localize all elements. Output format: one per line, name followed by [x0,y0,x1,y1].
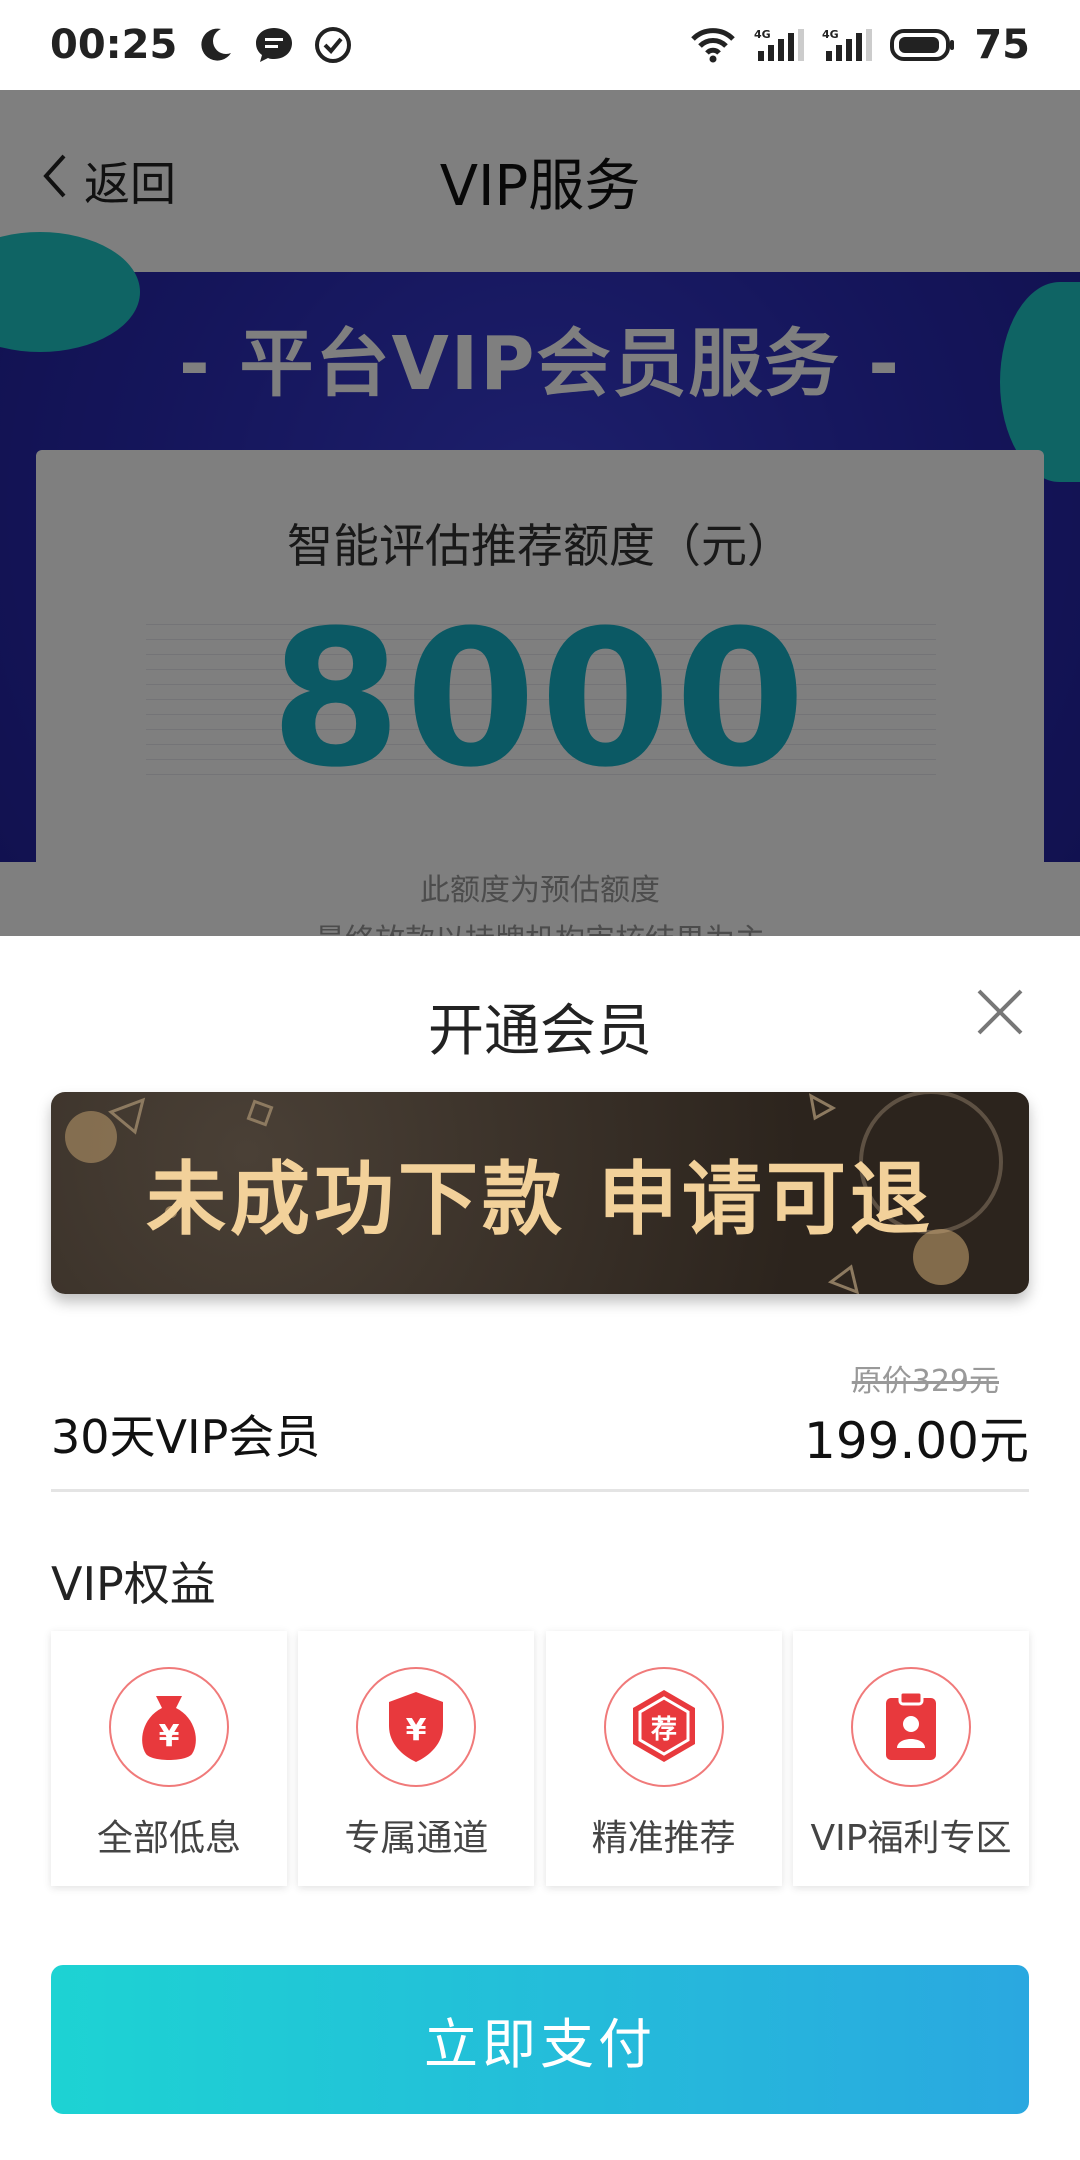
status-bar: 00:25 4G 4G 75 [0,0,1080,90]
recommend-icon: 荐 [603,1667,724,1787]
benefits-list: ¥ 全部低息 ¥ 专属通道 荐 精准推荐 VIP福利专区 [51,1631,1029,1886]
status-right: 4G 4G 75 [690,22,1030,68]
refund-promo-banner: 未成功下款 申请可退 [51,1092,1029,1294]
check-circle-icon [313,25,353,65]
plan-row[interactable]: 30天VIP会员 原价329元 199.00元 [51,1356,1029,1486]
promo-text: 未成功下款 申请可退 [146,1153,934,1246]
benefit-label: 专属通道 [344,1818,489,1859]
money-bag-icon: ¥ [109,1667,229,1787]
benefit-item-exclusive-channel[interactable]: ¥ 专属通道 [298,1631,535,1886]
pay-now-button[interactable]: 立即支付 [51,1965,1029,2114]
plan-name: 30天VIP会员 [51,1410,321,1464]
battery-icon [890,28,956,62]
benefit-label: 全部低息 [96,1818,241,1859]
message-icon [253,25,295,65]
sheet-title: 开通会员 [428,999,652,1064]
benefit-item-low-interest[interactable]: ¥ 全部低息 [51,1631,287,1886]
benefit-label: VIP福利专区 [810,1818,1012,1859]
benefit-glyph: ¥ [159,1719,180,1754]
wifi-icon [690,27,736,63]
plan-price: 199.00元 [804,1412,1029,1470]
battery-level: 75 [974,22,1030,68]
shield-icon: ¥ [356,1667,477,1787]
status-time: 00:25 [50,22,178,68]
original-price: 原价329元 [851,1364,999,1399]
divider [51,1489,1029,1492]
benefits-title: VIP权益 [51,1557,216,1611]
moon-icon [195,25,235,65]
close-button[interactable] [970,984,1030,1044]
benefit-glyph: 荐 [650,1715,677,1745]
network-label: 4G [754,28,771,41]
membership-sheet: 开通会员 未成功下款 申请可退 30天VIP会员 原价329元 199.00元 … [0,936,1080,2160]
clipboard-user-icon [850,1667,971,1787]
signal-icon-2: 4G [822,27,873,63]
modal-overlay[interactable] [0,90,1080,940]
benefit-item-precise-recommend[interactable]: 荐 精准推荐 [545,1631,782,1886]
benefit-item-vip-welfare[interactable]: VIP福利专区 [792,1631,1029,1886]
network-label-2: 4G [822,28,839,41]
status-left: 00:25 [50,22,353,68]
close-icon [975,987,1025,1041]
benefit-label: 精准推荐 [591,1818,736,1859]
benefit-glyph: ¥ [406,1713,427,1748]
signal-icon: 4G [754,27,805,63]
